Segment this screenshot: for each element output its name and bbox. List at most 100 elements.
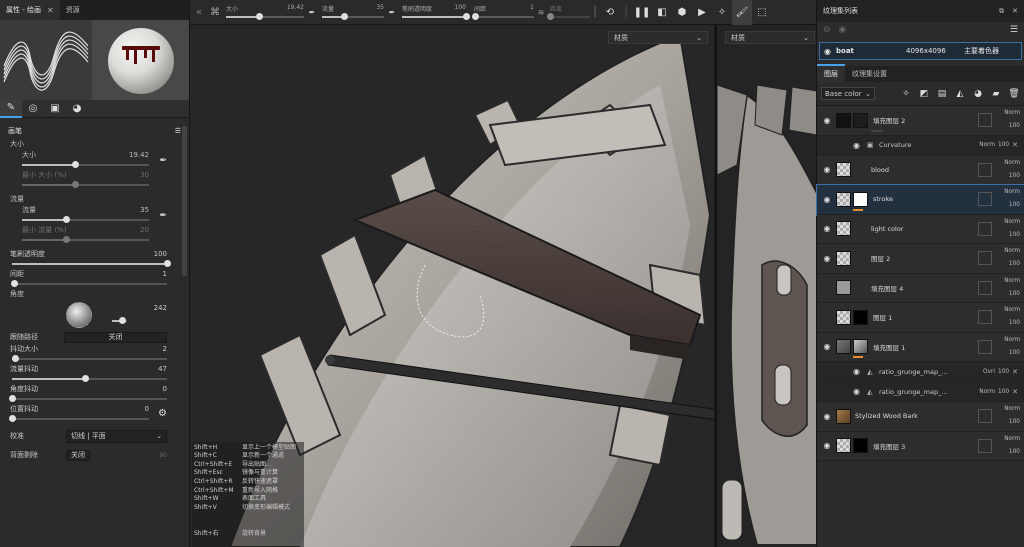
paint-brush-icon[interactable]: 🖌 [732, 0, 752, 25]
list-menu-icon[interactable]: ☰ [175, 127, 181, 135]
viewport-3d[interactable]: 材质 ⌄ Shift+H 显示上一个模型贴图 Shift+C 显示新一个通道 Ctr… [190, 25, 714, 547]
alpha-tab-icon[interactable]: ◎ [22, 100, 44, 118]
collapse-icon[interactable]: « [190, 0, 208, 25]
toolbar-spacing-slider[interactable] [471, 12, 534, 21]
list-menu-icon[interactable]: ☰ [1010, 25, 1018, 35]
eye-icon[interactable]: ◉ [853, 141, 865, 150]
camera-icon[interactable]: ▶ [692, 0, 712, 25]
angle-value[interactable]: 242 [154, 304, 167, 312]
layer-blend-mode[interactable]: Norm [998, 107, 1020, 120]
viewport-2d[interactable]: 材质 ⌄ [715, 25, 816, 547]
layer-blend[interactable]: Norm 100 [998, 334, 1020, 360]
angle-jitter-slider[interactable] [9, 394, 167, 404]
stencil-tab-icon[interactable]: ▣ [44, 100, 66, 118]
bake-icon[interactable]: ✧ [712, 0, 732, 25]
eye-icon[interactable]: ◉ [853, 367, 865, 376]
layer-blend-mode[interactable]: Norm [998, 216, 1020, 229]
layer-mask-thumbnail[interactable] [853, 339, 868, 355]
toolbar-opacity-value[interactable]: 100 [455, 4, 466, 13]
toolbar-flow-value[interactable]: 35 [376, 4, 384, 13]
remove-effect-icon[interactable]: ✕ [1012, 368, 1018, 376]
effect-icon[interactable]: ✧ [900, 87, 912, 101]
trash-icon[interactable]: 🗑 [1008, 87, 1020, 101]
layer-opacity[interactable]: 100 [998, 446, 1020, 459]
add-paint-layer-icon[interactable]: ▤ [936, 87, 948, 101]
effect-row[interactable]: ◉ ▣ Curvature Norm 100 ✕ [817, 135, 1024, 156]
close-icon[interactable]: ✕ [47, 6, 54, 15]
flow-min-slider[interactable] [22, 235, 149, 245]
layer-mask-thumbnail[interactable] [853, 191, 868, 207]
layer-blend[interactable]: Norm 100 [998, 186, 1020, 212]
layer-row-selected[interactable]: ◉ stroke Norm 100 [816, 184, 1024, 216]
layer-opacity[interactable]: 100 [998, 170, 1020, 183]
pen-pressure-icon[interactable]: ✒ [384, 0, 400, 25]
toolbar-flow-slider[interactable] [322, 12, 384, 21]
position-jitter-slider[interactable] [9, 414, 149, 424]
eye-icon[interactable]: ◉ [820, 165, 834, 174]
pause-icon[interactable]: ❚❚ [632, 0, 652, 25]
tab-assets[interactable]: 资源 [60, 0, 86, 20]
flow-jitter-slider[interactable] [12, 374, 167, 384]
pen-pressure-icon[interactable]: ✒ [304, 0, 320, 25]
spacing-value[interactable]: 1 [163, 269, 167, 279]
layer-row[interactable]: 填充图层 4 Norm 100 [817, 273, 1024, 303]
size-value[interactable]: 19.42 [129, 150, 149, 160]
layer-blend[interactable]: Norm 100 [998, 107, 1020, 133]
angle-jitter-value[interactable]: 0 [163, 384, 167, 394]
layer-row[interactable]: 图层 1 Norm 100 [817, 303, 1024, 333]
eye-icon[interactable]: ◉ [853, 387, 865, 396]
folder-icon[interactable]: ▰ [990, 87, 1002, 101]
eye-icon[interactable]: ◉ [820, 224, 834, 233]
layer-blend-mode[interactable]: Norm [998, 186, 1020, 199]
add-mask-icon[interactable]: ◕ [972, 87, 984, 101]
layer-blend-mode[interactable]: Norm [998, 157, 1020, 170]
effect-row[interactable]: ◉ ◭ ratio_grunge_map_... Ovrl 100 ✕ [817, 362, 1024, 382]
toolbar-size-slider[interactable] [226, 12, 304, 21]
layer-row[interactable]: ◉ Stylized Wood Bark Norm 100 [817, 402, 1024, 432]
layer-mask-thumbnail[interactable] [853, 438, 868, 454]
close-icon[interactable]: ✕ [1012, 7, 1018, 16]
eye-icon[interactable]: ◉ [820, 441, 834, 450]
left-scrollbar[interactable] [182, 126, 187, 276]
brush-tab-icon[interactable]: ✎ [0, 99, 22, 118]
layer-opacity[interactable]: 100 [998, 199, 1020, 212]
flow-value[interactable]: 35 [140, 205, 149, 215]
layer-opacity[interactable]: 100 [998, 416, 1020, 429]
spacing-slider[interactable] [10, 279, 167, 289]
layer-opacity[interactable]: 100 [998, 347, 1020, 360]
angle-dial[interactable] [66, 302, 92, 328]
size-slider[interactable]: ✒ [22, 156, 167, 170]
layer-blend[interactable]: Norm 100 [998, 403, 1020, 429]
flow-min-value[interactable]: 20 [140, 225, 149, 235]
layer-opacity[interactable]: 100 [998, 288, 1020, 301]
layer-row[interactable]: ◉ 填充图层 1 Norm 100 [817, 332, 1024, 362]
layer-blend[interactable]: Norm 100 [998, 275, 1020, 301]
position-jitter-value[interactable]: 0 [145, 404, 149, 414]
screenshot-icon[interactable]: ⬚ [752, 0, 772, 25]
eye-icon[interactable]: ◉ [839, 25, 847, 35]
angle-slider[interactable] [112, 316, 127, 326]
brush-section-header[interactable]: 画笔 ☰ [0, 123, 189, 139]
effect-opacity[interactable]: 100 [998, 389, 1009, 395]
eye-icon[interactable]: ◉ [820, 254, 834, 263]
gear-icon[interactable]: ⚙ [158, 408, 167, 419]
effect-opacity[interactable]: 100 [998, 369, 1009, 375]
size-min-value[interactable]: 30 [140, 170, 149, 180]
material-dropdown-2d[interactable]: 材质 ⌄ [725, 31, 815, 44]
add-fill-layer-icon[interactable]: ◭ [954, 87, 966, 101]
backface-angle-value[interactable]: 90 [159, 452, 167, 459]
layer-opacity[interactable]: 100 [998, 317, 1020, 330]
toolbar-spacing-value[interactable]: 1 [530, 4, 534, 13]
channel-dropdown[interactable]: Base color ⌄ [821, 87, 875, 100]
remove-effect-icon[interactable]: ✕ [1012, 388, 1018, 396]
size-min-slider[interactable] [22, 180, 149, 190]
pen-pressure-icon[interactable]: ✒ [159, 211, 167, 221]
layer-blend-mode[interactable]: Norm [998, 403, 1020, 416]
follow-path-toggle[interactable]: 关闭 [64, 331, 167, 343]
flow-jitter-value[interactable]: 47 [158, 364, 167, 374]
backface-toggle[interactable]: 关闭 [66, 449, 90, 461]
toolbar-size-value[interactable]: 19.42 [287, 4, 304, 13]
mask-icon[interactable]: ◩ [918, 87, 930, 101]
layer-blend[interactable]: Norm 100 [998, 304, 1020, 330]
layer-row[interactable]: ◉ 图层 2 Norm 100 [817, 244, 1024, 274]
